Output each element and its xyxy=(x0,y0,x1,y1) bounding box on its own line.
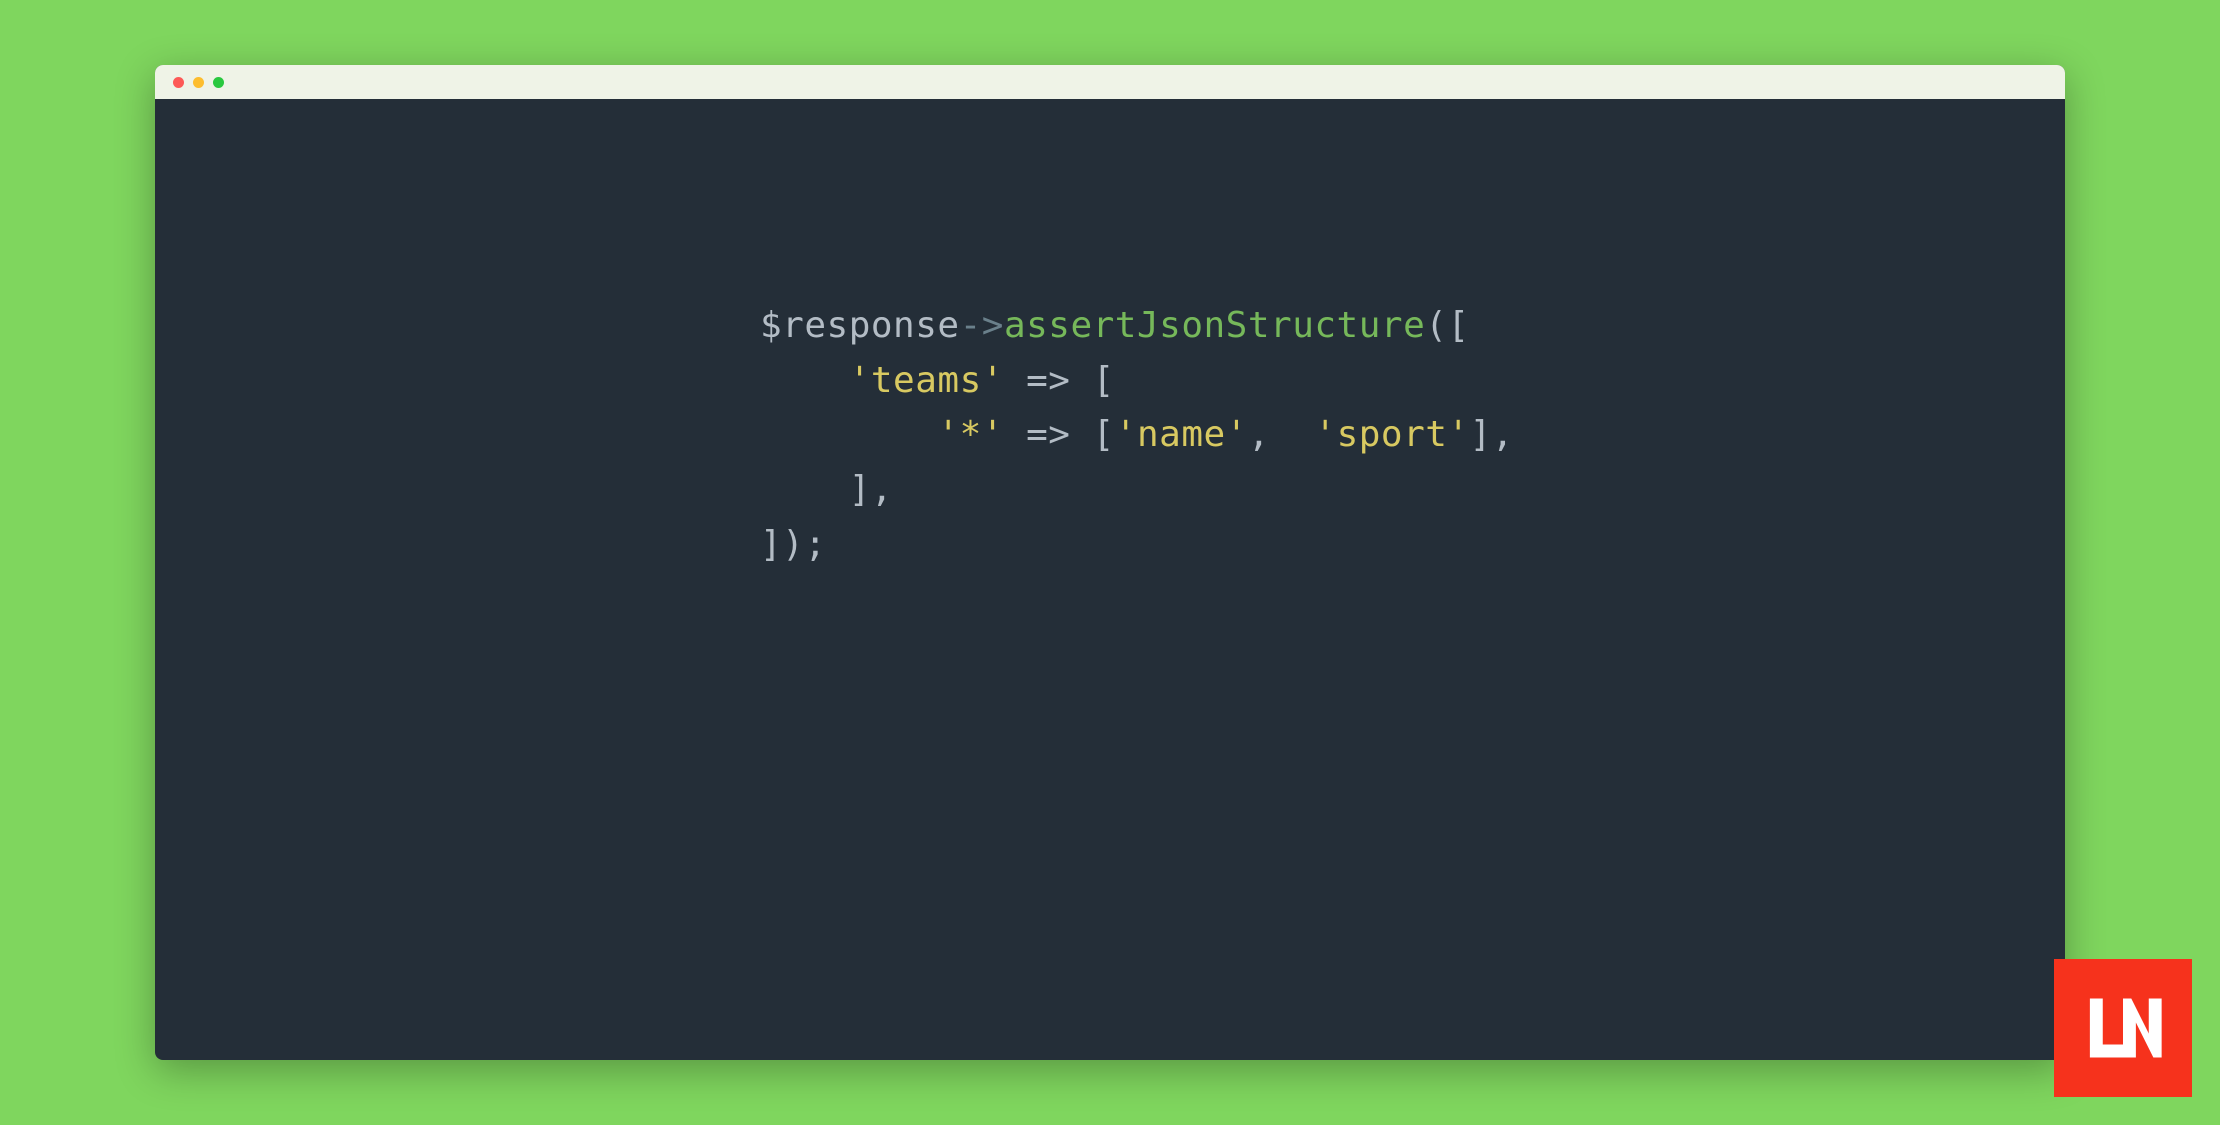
method-token: assertJsonStructure xyxy=(1004,305,1425,346)
brand-logo xyxy=(2054,959,2192,1097)
code-line-5: ]); xyxy=(760,518,2065,573)
ln-logo-icon xyxy=(2077,982,2169,1074)
code-line-2: 'teams' => [ xyxy=(760,354,2065,409)
arrow-assign-token: => xyxy=(1004,414,1093,455)
close-icon[interactable] xyxy=(173,77,184,88)
code-content: $response->assertJsonStructure([ 'teams'… xyxy=(155,99,2065,573)
bracket-token: [ xyxy=(1093,360,1115,401)
minimize-icon[interactable] xyxy=(193,77,204,88)
indent-token xyxy=(760,469,849,510)
code-editor-window: $response->assertJsonStructure([ 'teams'… xyxy=(155,65,2065,1060)
code-line-3: '*' => ['name', 'sport'], xyxy=(760,408,2065,463)
comma-token: , xyxy=(1248,414,1315,455)
close-paren-token: ]); xyxy=(760,524,827,565)
code-line-4: ], xyxy=(760,463,2065,518)
string-token: 'name' xyxy=(1115,414,1248,455)
arrow-token: -> xyxy=(960,305,1004,346)
indent-token xyxy=(760,414,937,455)
maximize-icon[interactable] xyxy=(213,77,224,88)
arrow-assign-token: => xyxy=(1004,360,1093,401)
string-token: 'teams' xyxy=(849,360,1004,401)
bracket-close-token: ], xyxy=(1470,414,1514,455)
paren-open-token: ([ xyxy=(1425,305,1469,346)
bracket-token: ], xyxy=(849,469,893,510)
indent-token xyxy=(760,360,849,401)
window-titlebar xyxy=(155,65,2065,99)
string-token: '*' xyxy=(937,414,1004,455)
variable-token: $response xyxy=(760,305,960,346)
string-token: 'sport' xyxy=(1314,414,1469,455)
code-line-1: $response->assertJsonStructure([ xyxy=(760,299,2065,354)
bracket-open-token: [ xyxy=(1093,414,1115,455)
